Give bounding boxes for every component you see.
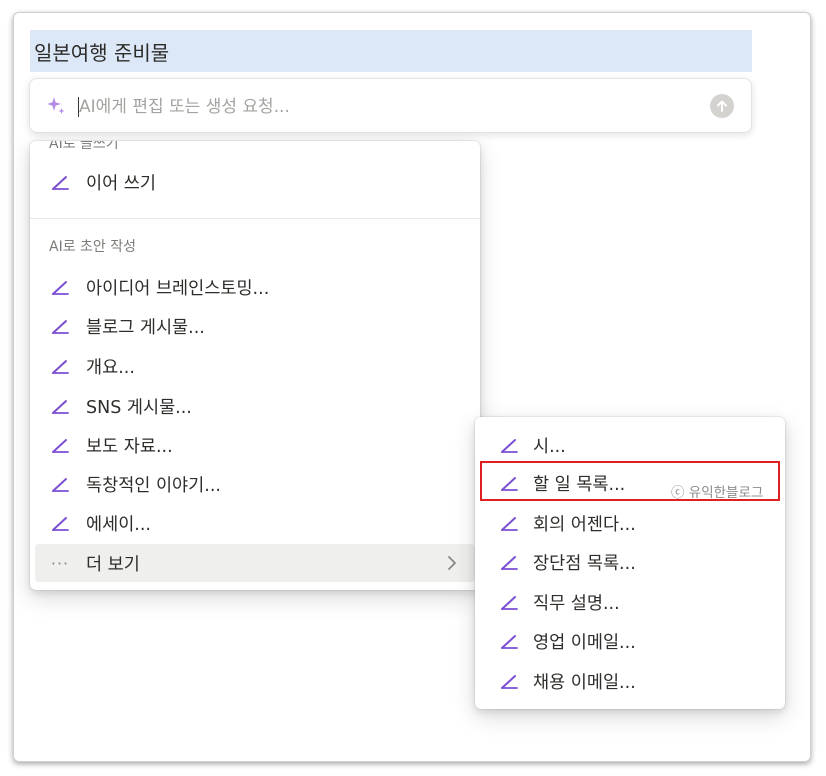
pencil-icon: [49, 355, 71, 377]
menu-item-label: 회의 어젠다...: [533, 514, 636, 535]
ai-command-menu: AI로 글쓰기 이어 쓰기 AI로 초안 작성 아이디어 브레인스토밍... 블…: [30, 141, 480, 590]
ai-prompt-input[interactable]: [79, 92, 679, 122]
pencil-icon: [49, 512, 71, 534]
menu-item-continue-writing[interactable]: 이어 쓰기: [35, 163, 475, 201]
menu-item-creative-story[interactable]: 독창적인 이야기...: [35, 465, 475, 503]
menu-item-label: 더 보기: [86, 554, 140, 575]
menu-item-label: 독창적인 이야기...: [86, 475, 221, 496]
pencil-icon: [49, 473, 71, 495]
page-title[interactable]: 일본여행 준비물: [30, 30, 752, 72]
menu-item-label: 채용 이메일...: [533, 672, 636, 693]
menu-divider: [30, 218, 480, 219]
menu-item-outline[interactable]: 개요...: [35, 347, 475, 385]
menu-item-sns-post[interactable]: SNS 게시물...: [35, 387, 475, 425]
watermark-text: ⓒ 유익한블로그: [671, 485, 764, 501]
menu-item-label: 시...: [533, 436, 566, 457]
menu-item-job-description[interactable]: 직무 설명...: [480, 583, 780, 621]
menu-item-pros-cons[interactable]: 장단점 목록...: [480, 543, 780, 581]
menu-item-brainstorm[interactable]: 아이디어 브레인스토밍...: [35, 268, 475, 306]
pencil-icon: [49, 276, 71, 298]
ellipsis-icon: ···: [50, 553, 70, 573]
menu-item-label: 개요...: [86, 357, 135, 378]
pencil-icon: [498, 591, 520, 613]
sparkle-icon: [47, 97, 65, 114]
menu-item-label: SNS 게시물...: [86, 397, 192, 418]
menu-item-poem[interactable]: 시...: [480, 426, 780, 464]
pencil-icon: [498, 670, 520, 692]
menu-item-label: 장단점 목록...: [533, 553, 636, 574]
menu-item-essay[interactable]: 에세이...: [35, 504, 475, 542]
page-title-text: 일본여행 준비물: [34, 40, 170, 65]
pencil-icon: [498, 434, 520, 456]
menu-item-press-release[interactable]: 보도 자료...: [35, 426, 475, 464]
arrow-up-icon: [717, 100, 727, 112]
pencil-icon: [49, 315, 71, 337]
menu-item-label: 블로그 게시물...: [86, 317, 205, 338]
menu-item-label: 에세이...: [86, 514, 151, 535]
menu-item-recruiting-email[interactable]: 채용 이메일...: [480, 662, 780, 700]
menu-item-more[interactable]: ··· 더 보기: [35, 544, 475, 582]
menu-item-blog-post[interactable]: 블로그 게시물...: [35, 307, 475, 345]
menu-item-meeting-agenda[interactable]: 회의 어젠다...: [480, 504, 780, 542]
pencil-icon: [498, 630, 520, 652]
send-button[interactable]: [710, 94, 734, 118]
menu-item-label: 이어 쓰기: [86, 173, 156, 194]
section-header-draft: AI로 초안 작성: [49, 239, 137, 255]
pencil-icon: [49, 395, 71, 417]
menu-item-label: 아이디어 브레인스토밍...: [86, 278, 270, 299]
pencil-icon: [498, 551, 520, 573]
ai-prompt-box: [29, 78, 752, 133]
pencil-icon: [49, 434, 71, 456]
menu-item-label: 영업 이메일...: [533, 632, 636, 653]
menu-item-sales-email[interactable]: 영업 이메일...: [480, 622, 780, 660]
chevron-right-icon: [448, 556, 456, 570]
pencil-icon: [49, 171, 71, 193]
pencil-icon: [498, 512, 520, 534]
section-header-write: AI로 글쓰기: [49, 141, 119, 152]
menu-item-label: 직무 설명...: [533, 593, 620, 614]
menu-item-label: 보도 자료...: [86, 436, 173, 457]
